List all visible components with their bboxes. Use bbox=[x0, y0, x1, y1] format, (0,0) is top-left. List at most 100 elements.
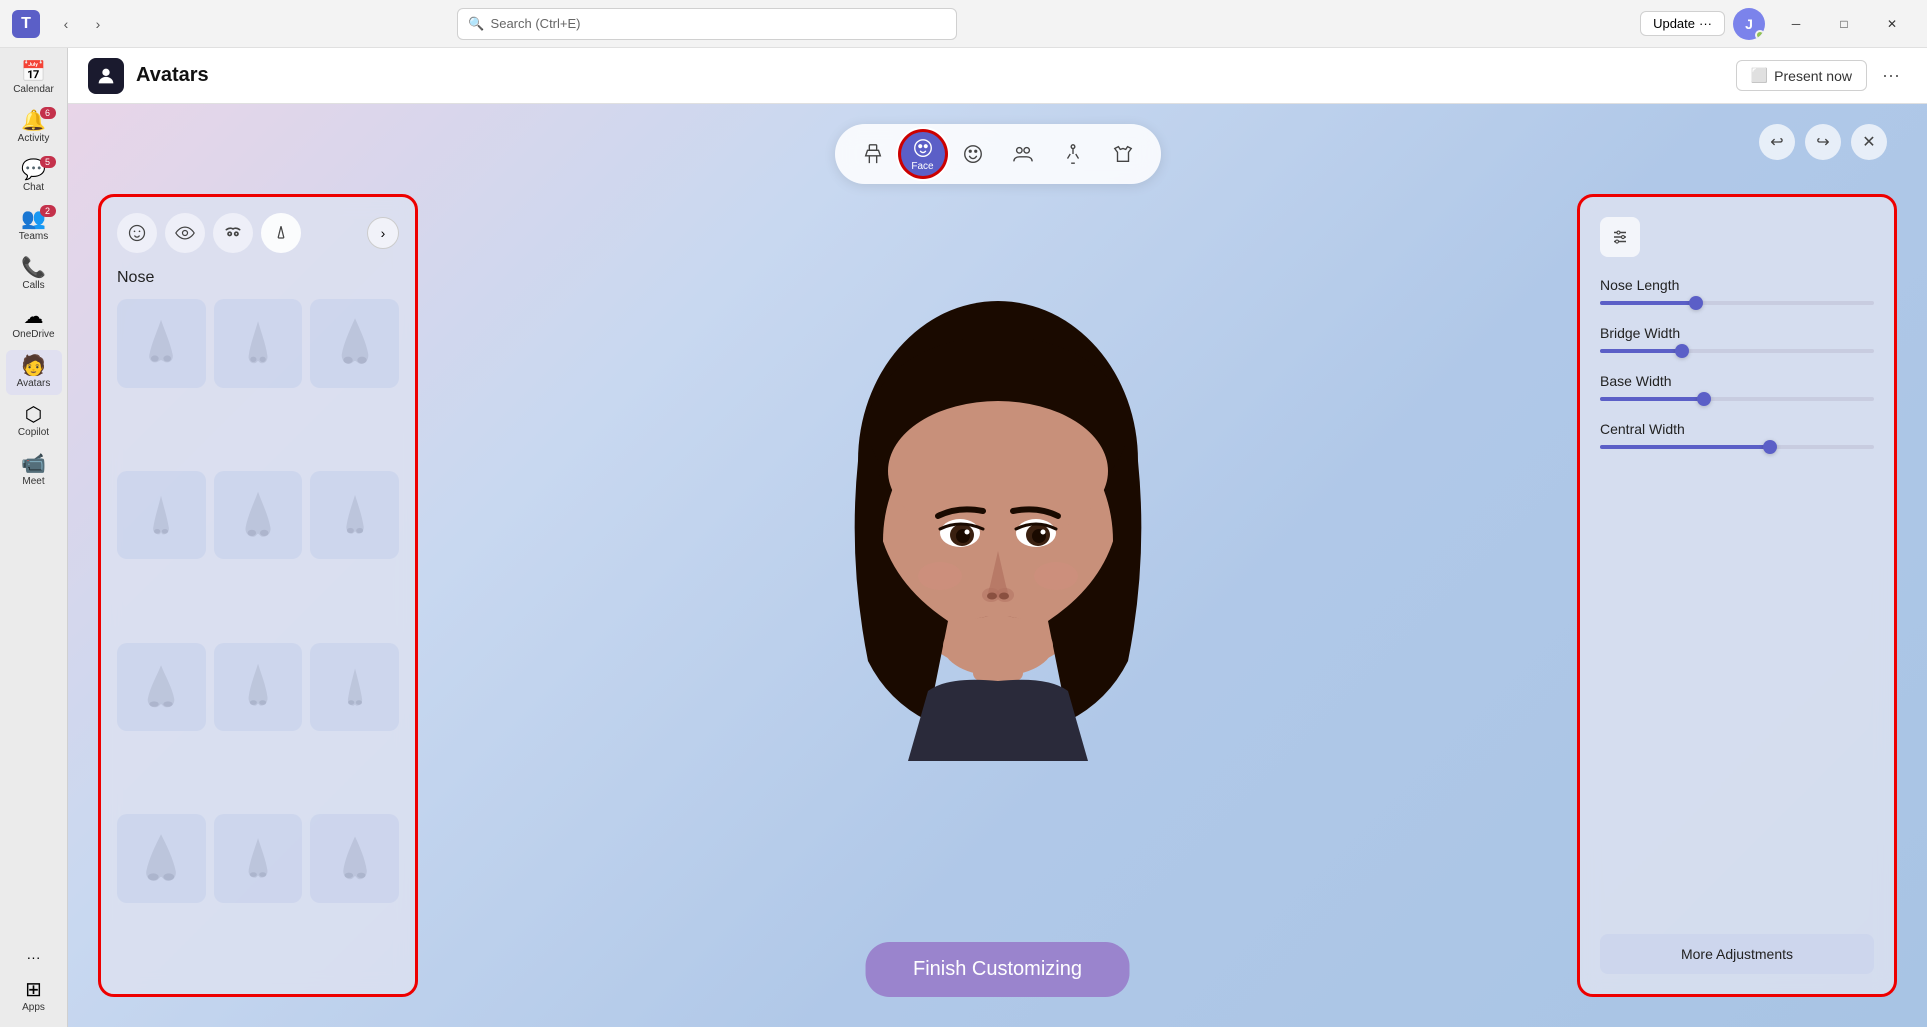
finish-customizing-button[interactable]: Finish Customizing bbox=[865, 942, 1130, 997]
nose-option-1[interactable] bbox=[117, 299, 206, 388]
sidebar-label-teams: Teams bbox=[19, 231, 48, 242]
nav-buttons: ‹ › bbox=[52, 10, 112, 38]
base-width-fill bbox=[1600, 397, 1704, 401]
nav-forward[interactable]: › bbox=[84, 10, 112, 38]
app-header: Avatars ⬜ Present now ··· bbox=[68, 48, 1927, 104]
toolbar-clothing-button[interactable] bbox=[1101, 132, 1145, 176]
teams-badge: 2 bbox=[40, 205, 56, 217]
bridge-width-thumb[interactable] bbox=[1675, 344, 1689, 358]
sidebar-item-onedrive[interactable]: ☁ OneDrive bbox=[6, 301, 62, 346]
update-dots: ··· bbox=[1699, 16, 1712, 31]
minimize-button[interactable]: ─ bbox=[1773, 9, 1819, 39]
activity-badge: 6 bbox=[40, 107, 56, 119]
nose-option-9[interactable] bbox=[310, 643, 399, 732]
header-more-button[interactable]: ··· bbox=[1875, 60, 1907, 92]
nose-length-thumb[interactable] bbox=[1689, 296, 1703, 310]
header-right: ⬜ Present now ··· bbox=[1736, 60, 1907, 92]
sidebar-label-calendar: Calendar bbox=[13, 84, 54, 95]
search-placeholder: Search (Ctrl+E) bbox=[491, 16, 581, 31]
maximize-button[interactable]: □ bbox=[1821, 9, 1867, 39]
base-width-label: Base Width bbox=[1600, 373, 1874, 389]
right-toolbar: ↩ ↪ ✕ bbox=[1759, 124, 1887, 160]
nose-length-fill bbox=[1600, 301, 1696, 305]
nose-length-section: Nose Length bbox=[1600, 277, 1874, 305]
undo-button[interactable]: ↩ bbox=[1759, 124, 1795, 160]
right-panel: Nose Length Bridge Width Base Width bbox=[1577, 194, 1897, 997]
sidebar-label-avatars: Avatars bbox=[17, 378, 51, 389]
meet-icon: 📹 bbox=[21, 454, 46, 474]
user-avatar[interactable]: J bbox=[1733, 8, 1765, 40]
nav-back[interactable]: ‹ bbox=[52, 10, 80, 38]
nose-grid bbox=[117, 299, 399, 978]
nose-tab[interactable] bbox=[261, 213, 301, 253]
base-width-thumb[interactable] bbox=[1697, 392, 1711, 406]
title-bar-right: Update ··· J ─ □ ✕ bbox=[1640, 8, 1915, 40]
sidebar-item-more[interactable]: ··· bbox=[6, 944, 62, 970]
update-button[interactable]: Update ··· bbox=[1640, 11, 1725, 36]
sidebar-item-activity[interactable]: 🔔 Activity 6 bbox=[6, 105, 62, 150]
present-now-button[interactable]: ⬜ Present now bbox=[1736, 60, 1867, 91]
nose-option-3[interactable] bbox=[310, 299, 399, 388]
close-button[interactable]: ✕ bbox=[1869, 9, 1915, 39]
redo-button[interactable]: ↪ bbox=[1805, 124, 1841, 160]
toolbar-face-button[interactable]: Face bbox=[901, 132, 945, 176]
nose-option-8[interactable] bbox=[214, 643, 303, 732]
search-icon: 🔍 bbox=[468, 16, 484, 32]
central-width-thumb[interactable] bbox=[1763, 440, 1777, 454]
bridge-width-fill bbox=[1600, 349, 1682, 353]
panel-next-button[interactable]: › bbox=[367, 217, 399, 249]
chat-badge: 5 bbox=[40, 156, 56, 168]
sidebar-item-apps[interactable]: ⊞ Apps bbox=[6, 974, 62, 1019]
eyebrows-tab[interactable] bbox=[213, 213, 253, 253]
nose-option-10[interactable] bbox=[117, 814, 206, 903]
sidebar-item-calendar[interactable]: 📅 Calendar bbox=[6, 56, 62, 101]
nose-option-11[interactable] bbox=[214, 814, 303, 903]
present-label: Present now bbox=[1774, 68, 1852, 84]
nose-option-12[interactable] bbox=[310, 814, 399, 903]
bridge-width-track[interactable] bbox=[1600, 349, 1874, 353]
panel-tabs: › bbox=[117, 213, 399, 253]
central-width-section: Central Width bbox=[1600, 421, 1874, 449]
sidebar-item-chat[interactable]: 💬 Chat 5 bbox=[6, 154, 62, 199]
rp-spacer bbox=[1600, 469, 1874, 934]
base-width-section: Base Width bbox=[1600, 373, 1874, 401]
nose-option-6[interactable] bbox=[310, 471, 399, 560]
teams-logo: T bbox=[12, 10, 40, 38]
sidebar-label-calls: Calls bbox=[22, 280, 44, 291]
nose-section-title: Nose bbox=[117, 269, 399, 287]
rp-header bbox=[1600, 217, 1874, 257]
sidebar-label-copilot: Copilot bbox=[18, 427, 49, 438]
nose-option-4[interactable] bbox=[117, 471, 206, 560]
sidebar-item-avatars[interactable]: 🧑 Avatars bbox=[6, 350, 62, 395]
sidebar-label-chat: Chat bbox=[23, 182, 44, 193]
nose-option-2[interactable] bbox=[214, 299, 303, 388]
sidebar-item-copilot[interactable]: ⬡ Copilot bbox=[6, 399, 62, 444]
main-layout: 📅 Calendar 🔔 Activity 6 💬 Chat 5 👥 Teams… bbox=[0, 48, 1927, 1027]
search-bar[interactable]: 🔍 Search (Ctrl+E) bbox=[457, 8, 957, 40]
central-width-track[interactable] bbox=[1600, 445, 1874, 449]
toolbar-pose-button[interactable] bbox=[1051, 132, 1095, 176]
apps-icon: ⊞ bbox=[25, 980, 42, 1000]
nose-option-5[interactable] bbox=[214, 471, 303, 560]
avatar-workspace: Face bbox=[68, 104, 1927, 1027]
app-title: Avatars bbox=[136, 64, 209, 87]
rp-settings-button[interactable] bbox=[1600, 217, 1640, 257]
close-workspace-button[interactable]: ✕ bbox=[1851, 124, 1887, 160]
base-width-track[interactable] bbox=[1600, 397, 1874, 401]
eyes-tab[interactable] bbox=[165, 213, 205, 253]
more-icon: ··· bbox=[27, 950, 41, 964]
copilot-icon: ⬡ bbox=[25, 405, 42, 425]
toolbar-body-button[interactable] bbox=[851, 132, 895, 176]
toolbar-expressions-button[interactable] bbox=[951, 132, 995, 176]
sidebar-item-teams[interactable]: 👥 Teams 2 bbox=[6, 203, 62, 248]
avatar-figure bbox=[788, 281, 1208, 931]
toolbar-group-button[interactable] bbox=[1001, 132, 1045, 176]
present-icon: ⬜ bbox=[1751, 67, 1768, 84]
face-shape-tab[interactable] bbox=[117, 213, 157, 253]
nose-length-track[interactable] bbox=[1600, 301, 1874, 305]
sidebar-item-calls[interactable]: 📞 Calls bbox=[6, 252, 62, 297]
nose-option-7[interactable] bbox=[117, 643, 206, 732]
onedrive-icon: ☁ bbox=[24, 307, 44, 327]
sidebar-item-meet[interactable]: 📹 Meet bbox=[6, 448, 62, 493]
more-adjustments-button[interactable]: More Adjustments bbox=[1600, 934, 1874, 974]
